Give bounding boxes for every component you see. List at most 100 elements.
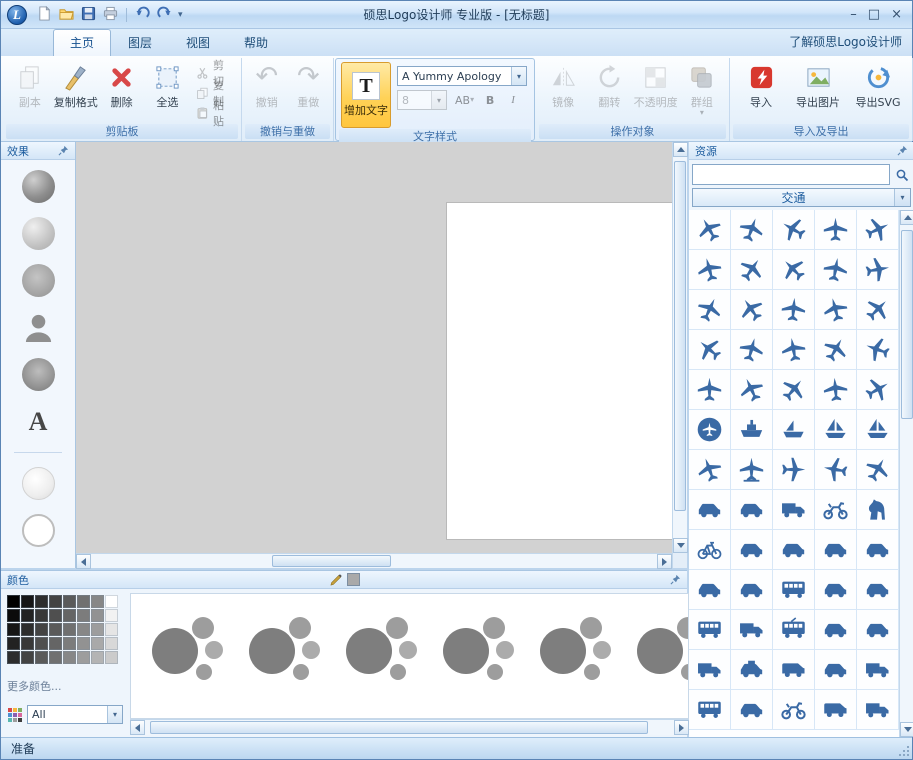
effect-item-circle-outline[interactable] bbox=[22, 514, 55, 547]
duplicate-button[interactable]: 副本 bbox=[8, 61, 52, 110]
resource-item-sailboat[interactable] bbox=[857, 410, 899, 450]
resource-item-truck[interactable] bbox=[731, 610, 773, 650]
resource-item-bus[interactable] bbox=[689, 610, 731, 650]
color-swatch[interactable] bbox=[7, 651, 20, 664]
effect-item-sphere-flat[interactable] bbox=[22, 264, 55, 297]
color-swatch[interactable] bbox=[7, 623, 20, 636]
resource-item-car[interactable] bbox=[857, 570, 899, 610]
maximize-button[interactable]: □ bbox=[868, 8, 880, 21]
scrollbar-track[interactable] bbox=[91, 554, 657, 568]
canvas-vertical-scrollbar[interactable] bbox=[672, 142, 687, 553]
resource-item-plane[interactable] bbox=[689, 290, 731, 330]
scroll-left-button[interactable] bbox=[130, 720, 145, 735]
color-swatch[interactable] bbox=[77, 651, 90, 664]
color-swatch[interactable] bbox=[35, 609, 48, 622]
new-document-button[interactable] bbox=[35, 5, 54, 24]
resource-item-plane[interactable] bbox=[773, 330, 815, 370]
resource-item-boat[interactable] bbox=[773, 410, 815, 450]
undo-button[interactable]: ↶ 撤销 bbox=[247, 61, 287, 110]
resource-item-car[interactable] bbox=[731, 530, 773, 570]
search-icon[interactable] bbox=[893, 166, 911, 184]
effect-item-sphere-shaded[interactable] bbox=[22, 358, 55, 391]
color-swatch[interactable] bbox=[77, 637, 90, 650]
resource-item-bicycle[interactable] bbox=[689, 530, 731, 570]
color-swatch[interactable] bbox=[91, 637, 104, 650]
resource-item-plane[interactable] bbox=[815, 370, 857, 410]
resource-item-plane[interactable] bbox=[815, 450, 857, 490]
category-select[interactable]: 交通 ▾ bbox=[692, 188, 911, 207]
resource-item-car[interactable] bbox=[857, 610, 899, 650]
resources-vertical-scrollbar[interactable] bbox=[899, 210, 913, 737]
scroll-down-button[interactable] bbox=[673, 538, 688, 553]
scroll-right-button[interactable] bbox=[657, 554, 672, 569]
color-swatch[interactable] bbox=[63, 595, 76, 608]
effect-item-person-silhouette[interactable] bbox=[22, 311, 55, 344]
resource-item-van[interactable] bbox=[815, 690, 857, 730]
resource-item-motorcycle[interactable] bbox=[773, 690, 815, 730]
resource-item-plane[interactable] bbox=[689, 250, 731, 290]
letter-spacing-button[interactable]: AB▾ bbox=[452, 91, 477, 109]
resource-search-input[interactable] bbox=[692, 164, 890, 185]
color-scheme-select[interactable]: All ▾ bbox=[27, 705, 123, 724]
resource-item-plane[interactable] bbox=[731, 370, 773, 410]
resource-item-plane[interactable] bbox=[857, 330, 899, 370]
scroll-down-button[interactable] bbox=[900, 722, 913, 737]
save-button[interactable] bbox=[79, 5, 98, 24]
tab-layers[interactable]: 图层 bbox=[111, 29, 169, 56]
resource-item-plane[interactable] bbox=[773, 370, 815, 410]
resource-item-van[interactable] bbox=[773, 650, 815, 690]
color-swatch[interactable] bbox=[35, 651, 48, 664]
resource-item-motorcycle[interactable] bbox=[815, 490, 857, 530]
tab-view[interactable]: 视图 bbox=[169, 29, 227, 56]
resource-item-plane[interactable] bbox=[689, 370, 731, 410]
resource-item-sailboat[interactable] bbox=[815, 410, 857, 450]
color-swatch[interactable] bbox=[7, 595, 20, 608]
resource-item-plane[interactable] bbox=[857, 370, 899, 410]
add-text-button[interactable]: T 增加文字 bbox=[341, 62, 391, 128]
resource-item-plane[interactable] bbox=[731, 250, 773, 290]
color-swatch[interactable] bbox=[63, 623, 76, 636]
resource-item-plane[interactable] bbox=[731, 330, 773, 370]
scroll-right-button[interactable] bbox=[674, 720, 689, 735]
close-button[interactable]: × bbox=[891, 8, 902, 21]
effect-item-sphere-white[interactable] bbox=[22, 467, 55, 500]
color-swatch[interactable] bbox=[49, 595, 62, 608]
resource-item-car[interactable] bbox=[731, 490, 773, 530]
scroll-thumb[interactable] bbox=[150, 721, 647, 734]
pencil-icon[interactable] bbox=[330, 573, 343, 586]
resource-item-plane[interactable] bbox=[773, 250, 815, 290]
resource-item-truck[interactable] bbox=[857, 690, 899, 730]
scrollbar-track[interactable] bbox=[145, 720, 674, 735]
bold-button[interactable]: B bbox=[480, 91, 500, 109]
resource-item-car[interactable] bbox=[815, 610, 857, 650]
more-colors-link[interactable]: 更多颜色... bbox=[7, 678, 123, 694]
tab-help[interactable]: 帮助 bbox=[227, 29, 285, 56]
color-swatch[interactable] bbox=[77, 609, 90, 622]
resource-item-plane[interactable] bbox=[815, 330, 857, 370]
resource-item-tram[interactable] bbox=[773, 610, 815, 650]
resource-item-plane[interactable] bbox=[857, 210, 899, 250]
print-button[interactable] bbox=[101, 5, 120, 24]
chevron-down-icon[interactable]: ▾ bbox=[107, 706, 122, 723]
effect-item-letter-a[interactable]: A bbox=[22, 405, 55, 438]
resource-item-car[interactable] bbox=[815, 570, 857, 610]
scrollbar-track[interactable] bbox=[900, 225, 913, 722]
color-swatch[interactable] bbox=[91, 595, 104, 608]
font-family-select[interactable]: A Yummy Apology ▾ bbox=[397, 66, 527, 86]
italic-button[interactable]: I bbox=[503, 91, 523, 109]
resource-item-plane[interactable] bbox=[689, 210, 731, 250]
resource-item-plane[interactable] bbox=[857, 450, 899, 490]
color-swatch[interactable] bbox=[35, 637, 48, 650]
color-swatch[interactable] bbox=[7, 637, 20, 650]
select-all-button[interactable]: 全选 bbox=[145, 61, 189, 110]
paste-button[interactable]: 粘贴 bbox=[193, 104, 236, 122]
import-button[interactable]: 导入 bbox=[735, 61, 787, 110]
resource-item-glider[interactable] bbox=[815, 290, 857, 330]
color-swatch[interactable] bbox=[77, 623, 90, 636]
current-color-swatch[interactable] bbox=[347, 573, 360, 586]
resource-item-plane[interactable] bbox=[689, 330, 731, 370]
color-swatch[interactable] bbox=[49, 609, 62, 622]
scroll-left-button[interactable] bbox=[76, 554, 91, 569]
preview-horizontal-scrollbar[interactable] bbox=[130, 719, 689, 735]
effect-item-sphere-light[interactable] bbox=[22, 217, 55, 250]
